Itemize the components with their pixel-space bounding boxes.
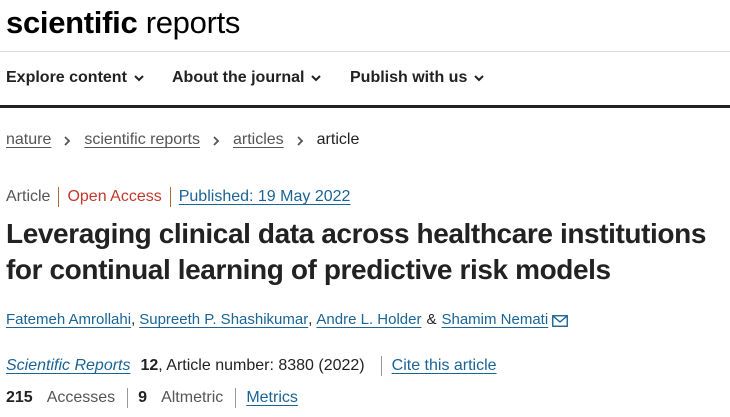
breadcrumb-nature[interactable]: nature <box>6 131 51 149</box>
author-separator: , <box>131 311 136 328</box>
journal-citation: Scientific Reports 12 , Article number: … <box>6 356 497 376</box>
logo-light-text: reports <box>145 5 241 40</box>
article-type: Article <box>6 188 51 205</box>
nav-explore-content[interactable]: Explore content <box>6 69 144 87</box>
nav-about-journal[interactable]: About the journal <box>172 69 322 87</box>
chevron-down-icon <box>134 73 144 83</box>
nav-item-label: About the journal <box>172 69 305 86</box>
author-list: Fatemeh Amrollahi , Supreeth P. Shashiku… <box>6 311 569 328</box>
breadcrumb-current: article <box>316 131 360 148</box>
nav-item-label: Publish with us <box>350 69 468 86</box>
journal-link[interactable]: Scientific Reports <box>6 357 131 375</box>
nav-item-label: Explore content <box>6 69 127 86</box>
logo-bold-text: scientific <box>6 5 138 40</box>
open-access-badge: Open Access <box>67 188 162 205</box>
cite-this-article-link[interactable]: Cite this article <box>392 357 497 375</box>
altmetric-count: 9 <box>138 389 148 406</box>
altmetric-label: Altmetric <box>161 389 224 406</box>
author-link[interactable]: Fatemeh Amrollahi <box>6 311 131 328</box>
divider <box>169 187 171 207</box>
author-separator: , <box>308 311 313 328</box>
mail-icon[interactable] <box>552 314 569 327</box>
article-metrics: 215 Accesses 9 Altmetric Metrics <box>6 388 298 408</box>
metrics-link[interactable]: Metrics <box>246 389 298 407</box>
author-link[interactable]: Supreeth P. Shashikumar <box>139 311 308 328</box>
chevron-right-icon <box>295 134 305 146</box>
published-date-link[interactable]: Published: 19 May 2022 <box>179 188 351 206</box>
article-number: , Article number: 8380 (2022) <box>158 357 365 374</box>
site-header: scientific reports <box>0 0 730 52</box>
accesses-count: 215 <box>6 389 33 406</box>
journal-logo[interactable]: scientific reports <box>6 4 240 42</box>
author-link[interactable]: Andre L. Holder <box>316 311 421 328</box>
divider <box>127 388 129 408</box>
chevron-down-icon <box>474 73 485 83</box>
divider <box>235 388 237 408</box>
divider <box>380 356 382 376</box>
chevron-right-icon <box>62 134 72 146</box>
divider <box>58 187 60 207</box>
chevron-down-icon <box>311 73 322 83</box>
main-nav: Explore content About the journal Publis… <box>0 52 730 108</box>
volume-number: 12 <box>140 357 159 374</box>
author-link[interactable]: Shamim Nemati <box>441 311 548 328</box>
accesses-label: Accesses <box>46 389 116 406</box>
breadcrumb-articles[interactable]: articles <box>233 131 284 149</box>
author-separator: & <box>426 311 437 328</box>
article-meta: Article Open Access Published: 19 May 20… <box>6 187 350 207</box>
nav-publish-with-us[interactable]: Publish with us <box>350 69 485 87</box>
chevron-right-icon <box>211 134 221 146</box>
breadcrumb: nature scientific reports articles artic… <box>6 131 359 149</box>
breadcrumb-scientific-reports[interactable]: scientific reports <box>84 131 200 149</box>
article-title: Leveraging clinical data across healthca… <box>6 218 707 285</box>
